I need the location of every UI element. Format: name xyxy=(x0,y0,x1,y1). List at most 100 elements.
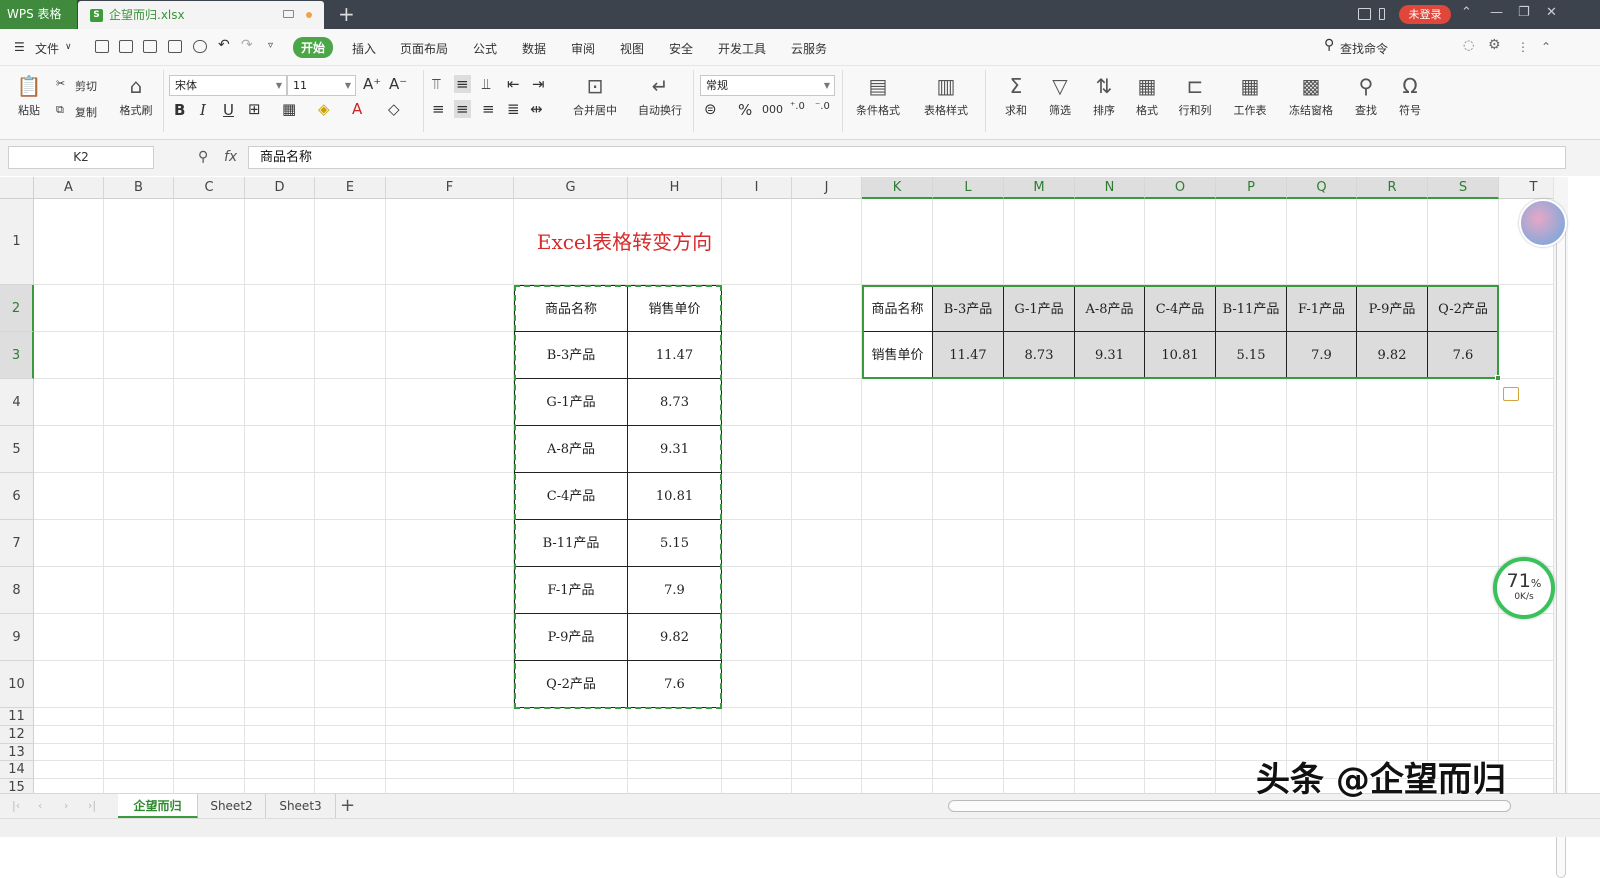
sheet-tab-2[interactable]: Sheet2 xyxy=(198,794,266,818)
last-sheet-icon[interactable]: ›| xyxy=(88,799,96,812)
cut-button[interactable]: 剪切 xyxy=(75,78,97,94)
tab-view[interactable]: 视图 xyxy=(620,40,644,57)
filter-button[interactable]: ▽ 筛选 xyxy=(1042,74,1078,118)
column-header-O[interactable]: O xyxy=(1145,177,1216,199)
wrap-text-button[interactable]: ↵ 自动换行 xyxy=(634,74,686,118)
new-tab-button[interactable]: + xyxy=(338,2,355,26)
chevron-down-icon[interactable]: ∨ xyxy=(65,42,72,52)
document-tab[interactable]: S 企望而归.xlsx xyxy=(78,1,324,29)
underline-button[interactable]: U xyxy=(223,101,234,119)
horizontal-scrollbar[interactable] xyxy=(948,800,1511,812)
select-all-corner[interactable] xyxy=(0,177,34,199)
more-icon[interactable]: ⋮ xyxy=(1517,40,1529,54)
fill-handle[interactable] xyxy=(1495,375,1501,381)
format-button[interactable]: ▦ 格式 xyxy=(1128,74,1166,118)
row-header-7[interactable]: 7 xyxy=(0,520,34,567)
fill-color-icon[interactable]: ◈ xyxy=(318,100,330,118)
font-size-select[interactable]: 11 ▼ xyxy=(287,75,356,96)
column-header-N[interactable]: N xyxy=(1075,177,1145,199)
tab-formulas[interactable]: 公式 xyxy=(473,40,497,57)
redo-icon[interactable]: ↷ xyxy=(241,37,253,53)
currency-icon[interactable]: ⊜ xyxy=(704,100,717,118)
formula-input[interactable]: 商品名称 xyxy=(248,146,1566,169)
merge-center-button[interactable]: ⊡ 合并居中 xyxy=(566,74,624,118)
indent-decrease-icon[interactable]: ⇤ xyxy=(507,75,520,93)
freeze-panes-button[interactable]: ▩ 冻结窗格 xyxy=(1282,74,1340,118)
collapse-ribbon-icon[interactable]: ⌃ xyxy=(1541,40,1551,54)
align-top-icon[interactable]: ⫪ xyxy=(432,75,440,93)
tab-page-layout[interactable]: 页面布局 xyxy=(400,40,448,57)
justify-icon[interactable]: ≣ xyxy=(507,100,520,118)
tab-cloud[interactable]: 云服务 xyxy=(791,40,827,57)
symbol-button[interactable]: Ω 符号 xyxy=(1391,74,1429,118)
search-command[interactable]: 查找命令 xyxy=(1340,40,1388,57)
column-header-H[interactable]: H xyxy=(628,177,722,199)
name-box[interactable]: K2 xyxy=(8,146,154,169)
decimal-decrease-icon[interactable]: ⁻.0 xyxy=(815,101,830,112)
column-header-R[interactable]: R xyxy=(1357,177,1428,199)
sheet-tab-1[interactable]: 企望而归 xyxy=(118,794,198,818)
tab-review[interactable]: 审阅 xyxy=(571,40,595,57)
percent-button[interactable]: % xyxy=(738,101,752,119)
sum-button[interactable]: Σ 求和 xyxy=(998,74,1034,118)
eraser-icon[interactable]: ◇ xyxy=(388,100,400,118)
conditional-format-button[interactable]: ▤ 条件格式 xyxy=(849,74,907,118)
first-sheet-icon[interactable]: |‹ xyxy=(12,799,20,812)
login-button[interactable]: 未登录 xyxy=(1399,5,1451,24)
hamburger-icon[interactable]: ☰ xyxy=(14,40,25,54)
column-header-D[interactable]: D xyxy=(245,177,315,199)
column-header-P[interactable]: P xyxy=(1216,177,1287,199)
align-right-icon[interactable]: ≡ xyxy=(482,100,495,118)
prev-sheet-icon[interactable]: ‹ xyxy=(38,799,42,812)
table-style-button[interactable]: ▥ 表格样式 xyxy=(917,74,975,118)
row-header-1[interactable]: 1 xyxy=(0,199,34,285)
column-header-A[interactable]: A xyxy=(34,177,104,199)
copy-button[interactable]: 复制 xyxy=(75,104,97,120)
row-header-4[interactable]: 4 xyxy=(0,379,34,426)
layout-icon[interactable] xyxy=(1358,8,1371,20)
customize-icon[interactable]: ▿ xyxy=(268,40,273,51)
font-grow-icon[interactable]: A⁺ xyxy=(363,75,381,93)
border-icon[interactable]: ⊞ xyxy=(248,100,261,118)
tab-insert[interactable]: 插入 xyxy=(352,40,376,57)
row-header-11[interactable]: 11 xyxy=(0,708,34,726)
row-header-10[interactable]: 10 xyxy=(0,661,34,708)
open-icon[interactable] xyxy=(95,40,109,53)
minimize-icon[interactable]: — xyxy=(1490,5,1503,20)
align-center-icon[interactable]: ≡ xyxy=(454,100,471,118)
column-header-B[interactable]: B xyxy=(104,177,174,199)
distribute-icon[interactable]: ⇹ xyxy=(530,100,543,118)
print-icon[interactable] xyxy=(168,40,182,53)
save-icon[interactable] xyxy=(119,40,133,53)
preview-icon[interactable] xyxy=(193,40,207,53)
avatar[interactable] xyxy=(1519,199,1567,247)
align-bottom-icon[interactable]: ⫫ xyxy=(482,75,490,93)
column-header-E[interactable]: E xyxy=(315,177,386,199)
speed-gauge[interactable]: 71% 0K/s xyxy=(1493,557,1555,619)
column-header-K[interactable]: K xyxy=(862,177,933,199)
column-header-G[interactable]: G xyxy=(514,177,628,199)
sheet-title[interactable]: Excel表格转变方向 xyxy=(386,199,863,285)
row-column-button[interactable]: ⊏ 行和列 xyxy=(1172,74,1218,118)
tab-home[interactable]: 开始 xyxy=(293,37,334,58)
sort-button[interactable]: ⇅ 排序 xyxy=(1086,74,1122,118)
spreadsheet-grid[interactable]: ABCDEFGHIJKLMNOPQRST 1 2 3 4 5 6 7 8 9 10 11 12 13 14… xyxy=(0,177,1553,793)
row-header-5[interactable]: 5 xyxy=(0,426,34,473)
worksheet-button[interactable]: ▦ 工作表 xyxy=(1226,74,1274,118)
app-label[interactable]: WPS 表格 xyxy=(0,0,77,29)
format-painter-button[interactable]: ⌂ 格式刷 xyxy=(117,74,155,118)
file-menu[interactable]: 文件 xyxy=(35,40,59,57)
indent-increase-icon[interactable]: ⇥ xyxy=(532,75,545,93)
search-icon[interactable]: ⚲ xyxy=(1324,37,1334,53)
align-middle-icon[interactable]: ≡ xyxy=(454,75,471,93)
font-shrink-icon[interactable]: A⁻ xyxy=(389,75,407,93)
number-format-select[interactable]: 常规 ▼ xyxy=(700,75,835,96)
column-header-Q[interactable]: Q xyxy=(1287,177,1357,199)
column-header-L[interactable]: L xyxy=(933,177,1004,199)
row-header-14[interactable]: 14 xyxy=(0,761,34,779)
sheet-tab-3[interactable]: Sheet3 xyxy=(266,794,336,818)
paste-options-icon[interactable] xyxy=(1503,387,1519,401)
row-header-3[interactable]: 3 xyxy=(0,332,34,379)
close-icon[interactable]: ✕ xyxy=(1546,5,1557,20)
tab-data[interactable]: 数据 xyxy=(522,40,546,57)
